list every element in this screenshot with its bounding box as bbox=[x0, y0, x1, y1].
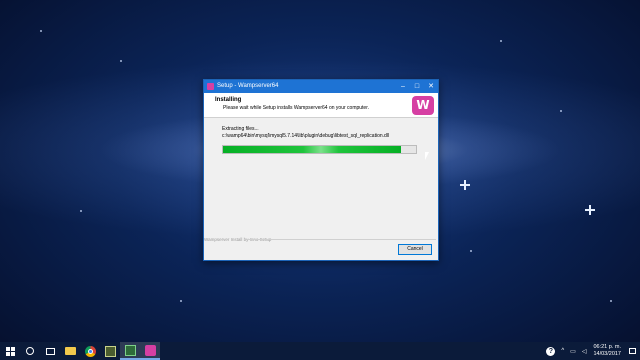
mouse-cursor bbox=[425, 152, 429, 160]
maximize-button[interactable]: □ bbox=[410, 80, 424, 93]
network-button[interactable]: ▭ bbox=[567, 348, 579, 355]
footer-divider bbox=[248, 239, 436, 240]
star bbox=[40, 30, 42, 32]
status-text: Extracting files... bbox=[222, 126, 259, 132]
folder-icon bbox=[64, 347, 76, 355]
star bbox=[610, 300, 612, 302]
app-button[interactable] bbox=[100, 342, 120, 360]
minimize-button[interactable]: – bbox=[396, 80, 410, 93]
notifications-icon[interactable] bbox=[629, 348, 636, 354]
system-tray: ? ^ ▭ ◁ 06:21 p. m. 14/03/2017 bbox=[543, 342, 640, 360]
wamp-icon bbox=[144, 344, 156, 356]
task-view-button[interactable] bbox=[40, 342, 60, 360]
star bbox=[470, 250, 472, 252]
task-view-icon bbox=[45, 347, 55, 355]
window-controls: – □ ✕ bbox=[396, 80, 438, 93]
clock-date: 14/03/2017 bbox=[593, 351, 621, 357]
search-icon bbox=[26, 347, 34, 355]
progress-fill bbox=[223, 146, 401, 153]
network-icon: ▭ bbox=[570, 348, 576, 355]
help-icon: ? bbox=[546, 346, 556, 356]
hidden-icons-button[interactable]: ^ bbox=[558, 348, 567, 354]
help-button[interactable]: ? bbox=[543, 346, 558, 356]
star bbox=[560, 110, 562, 112]
star bbox=[120, 60, 122, 62]
app-green-button[interactable] bbox=[120, 342, 140, 360]
progress-bar bbox=[222, 145, 417, 154]
file-explorer-button[interactable] bbox=[60, 342, 80, 360]
star bbox=[80, 210, 82, 212]
wamp-icon bbox=[207, 83, 214, 90]
taskbar: ? ^ ▭ ◁ 06:21 p. m. 14/03/2017 bbox=[0, 342, 640, 360]
page-title: Installing bbox=[215, 97, 242, 103]
start-button[interactable] bbox=[0, 342, 20, 360]
cancel-button[interactable]: Cancel bbox=[398, 244, 432, 255]
clock-time: 06:21 p. m. bbox=[593, 344, 621, 350]
chrome-icon bbox=[84, 345, 96, 357]
chrome-button[interactable] bbox=[80, 342, 100, 360]
star bbox=[500, 40, 502, 42]
volume-icon: ◁ bbox=[581, 348, 587, 355]
wampserver-logo: W bbox=[412, 96, 434, 115]
volume-button[interactable]: ◁ bbox=[579, 348, 590, 355]
star-flare bbox=[460, 180, 470, 190]
windows-icon bbox=[5, 346, 15, 356]
app-icon bbox=[124, 344, 136, 356]
star bbox=[180, 300, 182, 302]
wampserver-taskbar-button[interactable] bbox=[140, 342, 160, 360]
wizard-body: Extracting files... c:\wamp64\bin\mysql\… bbox=[204, 117, 438, 237]
window-title: Setup - Wampserver64 bbox=[217, 83, 279, 89]
close-button[interactable]: ✕ bbox=[424, 80, 438, 93]
title-bar[interactable]: Setup - Wampserver64 – □ ✕ bbox=[204, 80, 438, 93]
wizard-header: Installing Please wait while Setup insta… bbox=[204, 93, 438, 118]
clock[interactable]: 06:21 p. m. 14/03/2017 bbox=[589, 344, 625, 358]
current-file-path: c:\wamp64\bin\mysql\mysql5.7.14\lib\plug… bbox=[222, 133, 390, 139]
star-flare bbox=[585, 205, 595, 215]
search-button[interactable] bbox=[20, 342, 40, 360]
app-icon bbox=[104, 345, 116, 357]
setup-window: Setup - Wampserver64 – □ ✕ Installing Pl… bbox=[203, 79, 439, 261]
chevron-up-icon: ^ bbox=[561, 348, 565, 354]
page-subtitle: Please wait while Setup installs Wampser… bbox=[223, 105, 369, 111]
